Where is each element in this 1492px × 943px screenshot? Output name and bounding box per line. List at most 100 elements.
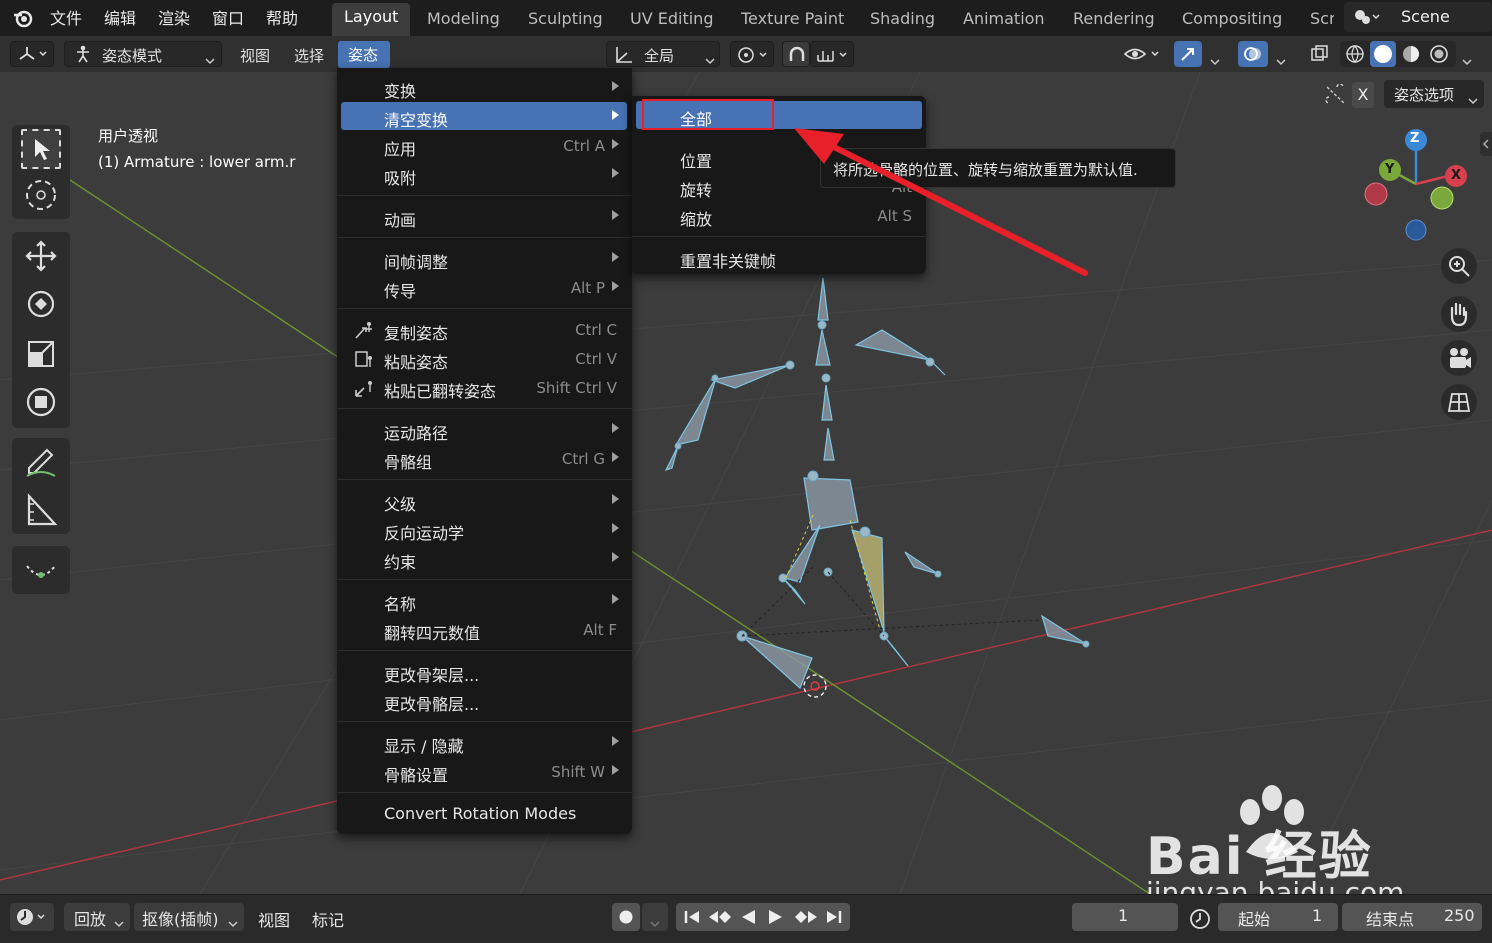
- menu-render[interactable]: 渲染: [158, 5, 190, 29]
- header-menu-view[interactable]: 视图: [240, 45, 270, 66]
- wireframe-shading-icon[interactable]: [1344, 43, 1366, 65]
- play-reverse-icon[interactable]: [736, 907, 760, 927]
- camera-view-icon[interactable]: [1441, 340, 1477, 376]
- transform-orientation-dropdown[interactable]: 全局: [606, 41, 720, 67]
- editor-type-button[interactable]: [10, 41, 54, 67]
- menu-window[interactable]: 窗口: [212, 5, 244, 29]
- prev-keyframe-icon[interactable]: [706, 907, 734, 927]
- chevron-down-icon[interactable]: [1462, 51, 1472, 66]
- playback-dropdown[interactable]: 回放: [64, 903, 130, 931]
- menu-item-label: 运动路径: [384, 424, 449, 443]
- workspace-tab-sculpting[interactable]: Sculpting: [528, 9, 603, 28]
- workspace-tab-modeling[interactable]: Modeling: [427, 9, 500, 28]
- preview-range-icon[interactable]: [1186, 905, 1214, 931]
- workspace-tab-uv-editing[interactable]: UV Editing: [630, 9, 713, 28]
- pivot-point-dropdown[interactable]: [730, 41, 774, 67]
- mode-dropdown[interactable]: 姿态模式: [64, 41, 222, 67]
- pose-menu-item-inverse-kinematics[interactable]: 反向运动学: [341, 515, 627, 543]
- current-frame-field[interactable]: 1: [1072, 903, 1178, 931]
- menu-item-label: 显示 / 隐藏: [384, 737, 464, 756]
- workspace-tab-scripting[interactable]: Scr: [1310, 9, 1334, 28]
- select-hidden-icon[interactable]: [1324, 83, 1348, 106]
- start-frame-field[interactable]: 起始 1: [1218, 903, 1338, 931]
- jump-start-icon[interactable]: [680, 907, 704, 927]
- pose-menu-item-flip-quaternions[interactable]: 翻转四元数值 Alt F: [341, 615, 627, 643]
- measure-tool-icon[interactable]: [21, 490, 61, 530]
- keying-mode-dropdown[interactable]: [642, 903, 668, 931]
- snap-target-dropdown[interactable]: [810, 41, 854, 67]
- material-shading-icon[interactable]: [1400, 43, 1422, 65]
- cursor-tool-icon[interactable]: [21, 175, 61, 215]
- chevron-down-icon[interactable]: [1210, 51, 1220, 66]
- menu-separator: [337, 479, 632, 480]
- x-mirror-toggle[interactable]: X: [1352, 82, 1374, 108]
- keying-label: 抠像(插帧): [142, 910, 219, 929]
- pose-options-dropdown[interactable]: 姿态选项: [1384, 80, 1484, 108]
- header-menu-select[interactable]: 选择: [294, 45, 324, 66]
- workspace-tab-shading[interactable]: Shading: [870, 9, 935, 28]
- rotate-tool-icon[interactable]: [21, 284, 61, 324]
- solid-shading-icon[interactable]: [1370, 41, 1396, 67]
- pose-menu-item-in-betweens[interactable]: 间帧调整: [341, 244, 627, 272]
- move-tool-icon[interactable]: [21, 236, 61, 276]
- menu-edit[interactable]: 编辑: [104, 5, 136, 29]
- pose-menu-item-parent[interactable]: 父级: [341, 486, 627, 514]
- pose-menu-item-bone-settings[interactable]: 骨骼设置 Shift W: [341, 757, 627, 785]
- menu-item-label: 更改骨骼层...: [384, 695, 480, 714]
- pose-menu-item-paste-pose[interactable]: 粘贴姿态 Ctrl V: [341, 344, 627, 372]
- workspace-tab-animation[interactable]: Animation: [963, 9, 1045, 28]
- hand-pan-icon[interactable]: [1441, 296, 1477, 332]
- jump-end-icon[interactable]: [822, 907, 846, 927]
- header-menu-pose[interactable]: 姿态: [338, 41, 390, 68]
- menu-file[interactable]: 文件: [50, 5, 82, 29]
- scale-tool-icon[interactable]: [21, 334, 61, 374]
- pose-menu-item-paste-flipped-pose[interactable]: 粘贴已翻转姿态 Shift Ctrl V: [341, 373, 627, 401]
- menu-item-label: 缩放: [680, 210, 713, 229]
- blender-logo-icon[interactable]: [12, 7, 34, 29]
- timeline-editor-type[interactable]: [10, 903, 54, 931]
- pose-menu-item-motion-paths[interactable]: 运动路径: [341, 415, 627, 443]
- end-frame-field[interactable]: 结束点 250: [1342, 903, 1482, 931]
- pose-menu-item-constraints[interactable]: 约束: [341, 544, 627, 572]
- pose-menu-item-change-bone-layers[interactable]: 更改骨骼层...: [341, 686, 627, 714]
- pose-menu-item-copy-pose[interactable]: 复制姿态 Ctrl C: [341, 315, 627, 343]
- play-icon[interactable]: [764, 907, 788, 927]
- workspace-tab-layout[interactable]: Layout: [332, 3, 411, 36]
- auto-key-toggle[interactable]: [612, 903, 640, 931]
- zoom-icon[interactable]: [1441, 248, 1477, 284]
- pose-menu-item-convert-rotation-modes[interactable]: Convert Rotation Modes: [341, 799, 627, 827]
- overlay-toggle[interactable]: [1238, 41, 1268, 67]
- rendered-shading-icon[interactable]: [1428, 43, 1450, 65]
- timeline-menu-view[interactable]: 视图: [258, 907, 290, 931]
- pose-menu-item-names[interactable]: 名称: [341, 586, 627, 614]
- annotate-tool-icon[interactable]: [21, 442, 61, 482]
- pose-menu-item-propagate[interactable]: 传导 Alt P: [341, 273, 627, 301]
- xray-toggle[interactable]: [1305, 41, 1333, 67]
- sidebar-toggle-icon[interactable]: [1480, 132, 1492, 156]
- menu-help[interactable]: 帮助: [266, 5, 298, 29]
- pose-menu-item-show-hide[interactable]: 显示 / 隐藏: [341, 728, 627, 756]
- pose-menu-item-transform[interactable]: 变换: [341, 73, 627, 101]
- next-keyframe-icon[interactable]: [792, 907, 820, 927]
- keying-dropdown[interactable]: 抠像(插帧): [134, 903, 244, 931]
- workspace-tab-compositing[interactable]: Compositing: [1182, 9, 1282, 28]
- workspace-tab-rendering[interactable]: Rendering: [1073, 9, 1155, 28]
- select-box-tool-icon[interactable]: [21, 129, 61, 169]
- snap-toggle[interactable]: [782, 41, 810, 67]
- visibility-dropdown[interactable]: [1120, 41, 1166, 67]
- pose-menu-item-clear-transform[interactable]: 清空变换: [341, 102, 627, 130]
- pose-menu-item-snap[interactable]: 吸附: [341, 160, 627, 188]
- gizmo-toggle[interactable]: [1174, 41, 1202, 67]
- pose-menu-item-apply[interactable]: 应用 Ctrl A: [341, 131, 627, 159]
- transform-tool-icon[interactable]: [21, 382, 61, 422]
- shading-modes: [1340, 41, 1456, 67]
- timeline-menu-marker[interactable]: 标记: [312, 907, 344, 931]
- pose-menu-item-animation[interactable]: 动画: [341, 202, 627, 230]
- pose-menu-item-change-armature-layers[interactable]: 更改骨架层...: [341, 657, 627, 685]
- ortho-grid-icon[interactable]: [1441, 384, 1477, 420]
- workspace-tab-texture-paint[interactable]: Texture Paint: [741, 9, 844, 28]
- scene-selector[interactable]: Scene: [1344, 2, 1492, 32]
- chevron-down-icon[interactable]: [1276, 51, 1286, 66]
- bone-relax-tool-icon[interactable]: [21, 550, 61, 590]
- pose-menu-item-bone-groups[interactable]: 骨骼组 Ctrl G: [341, 444, 627, 472]
